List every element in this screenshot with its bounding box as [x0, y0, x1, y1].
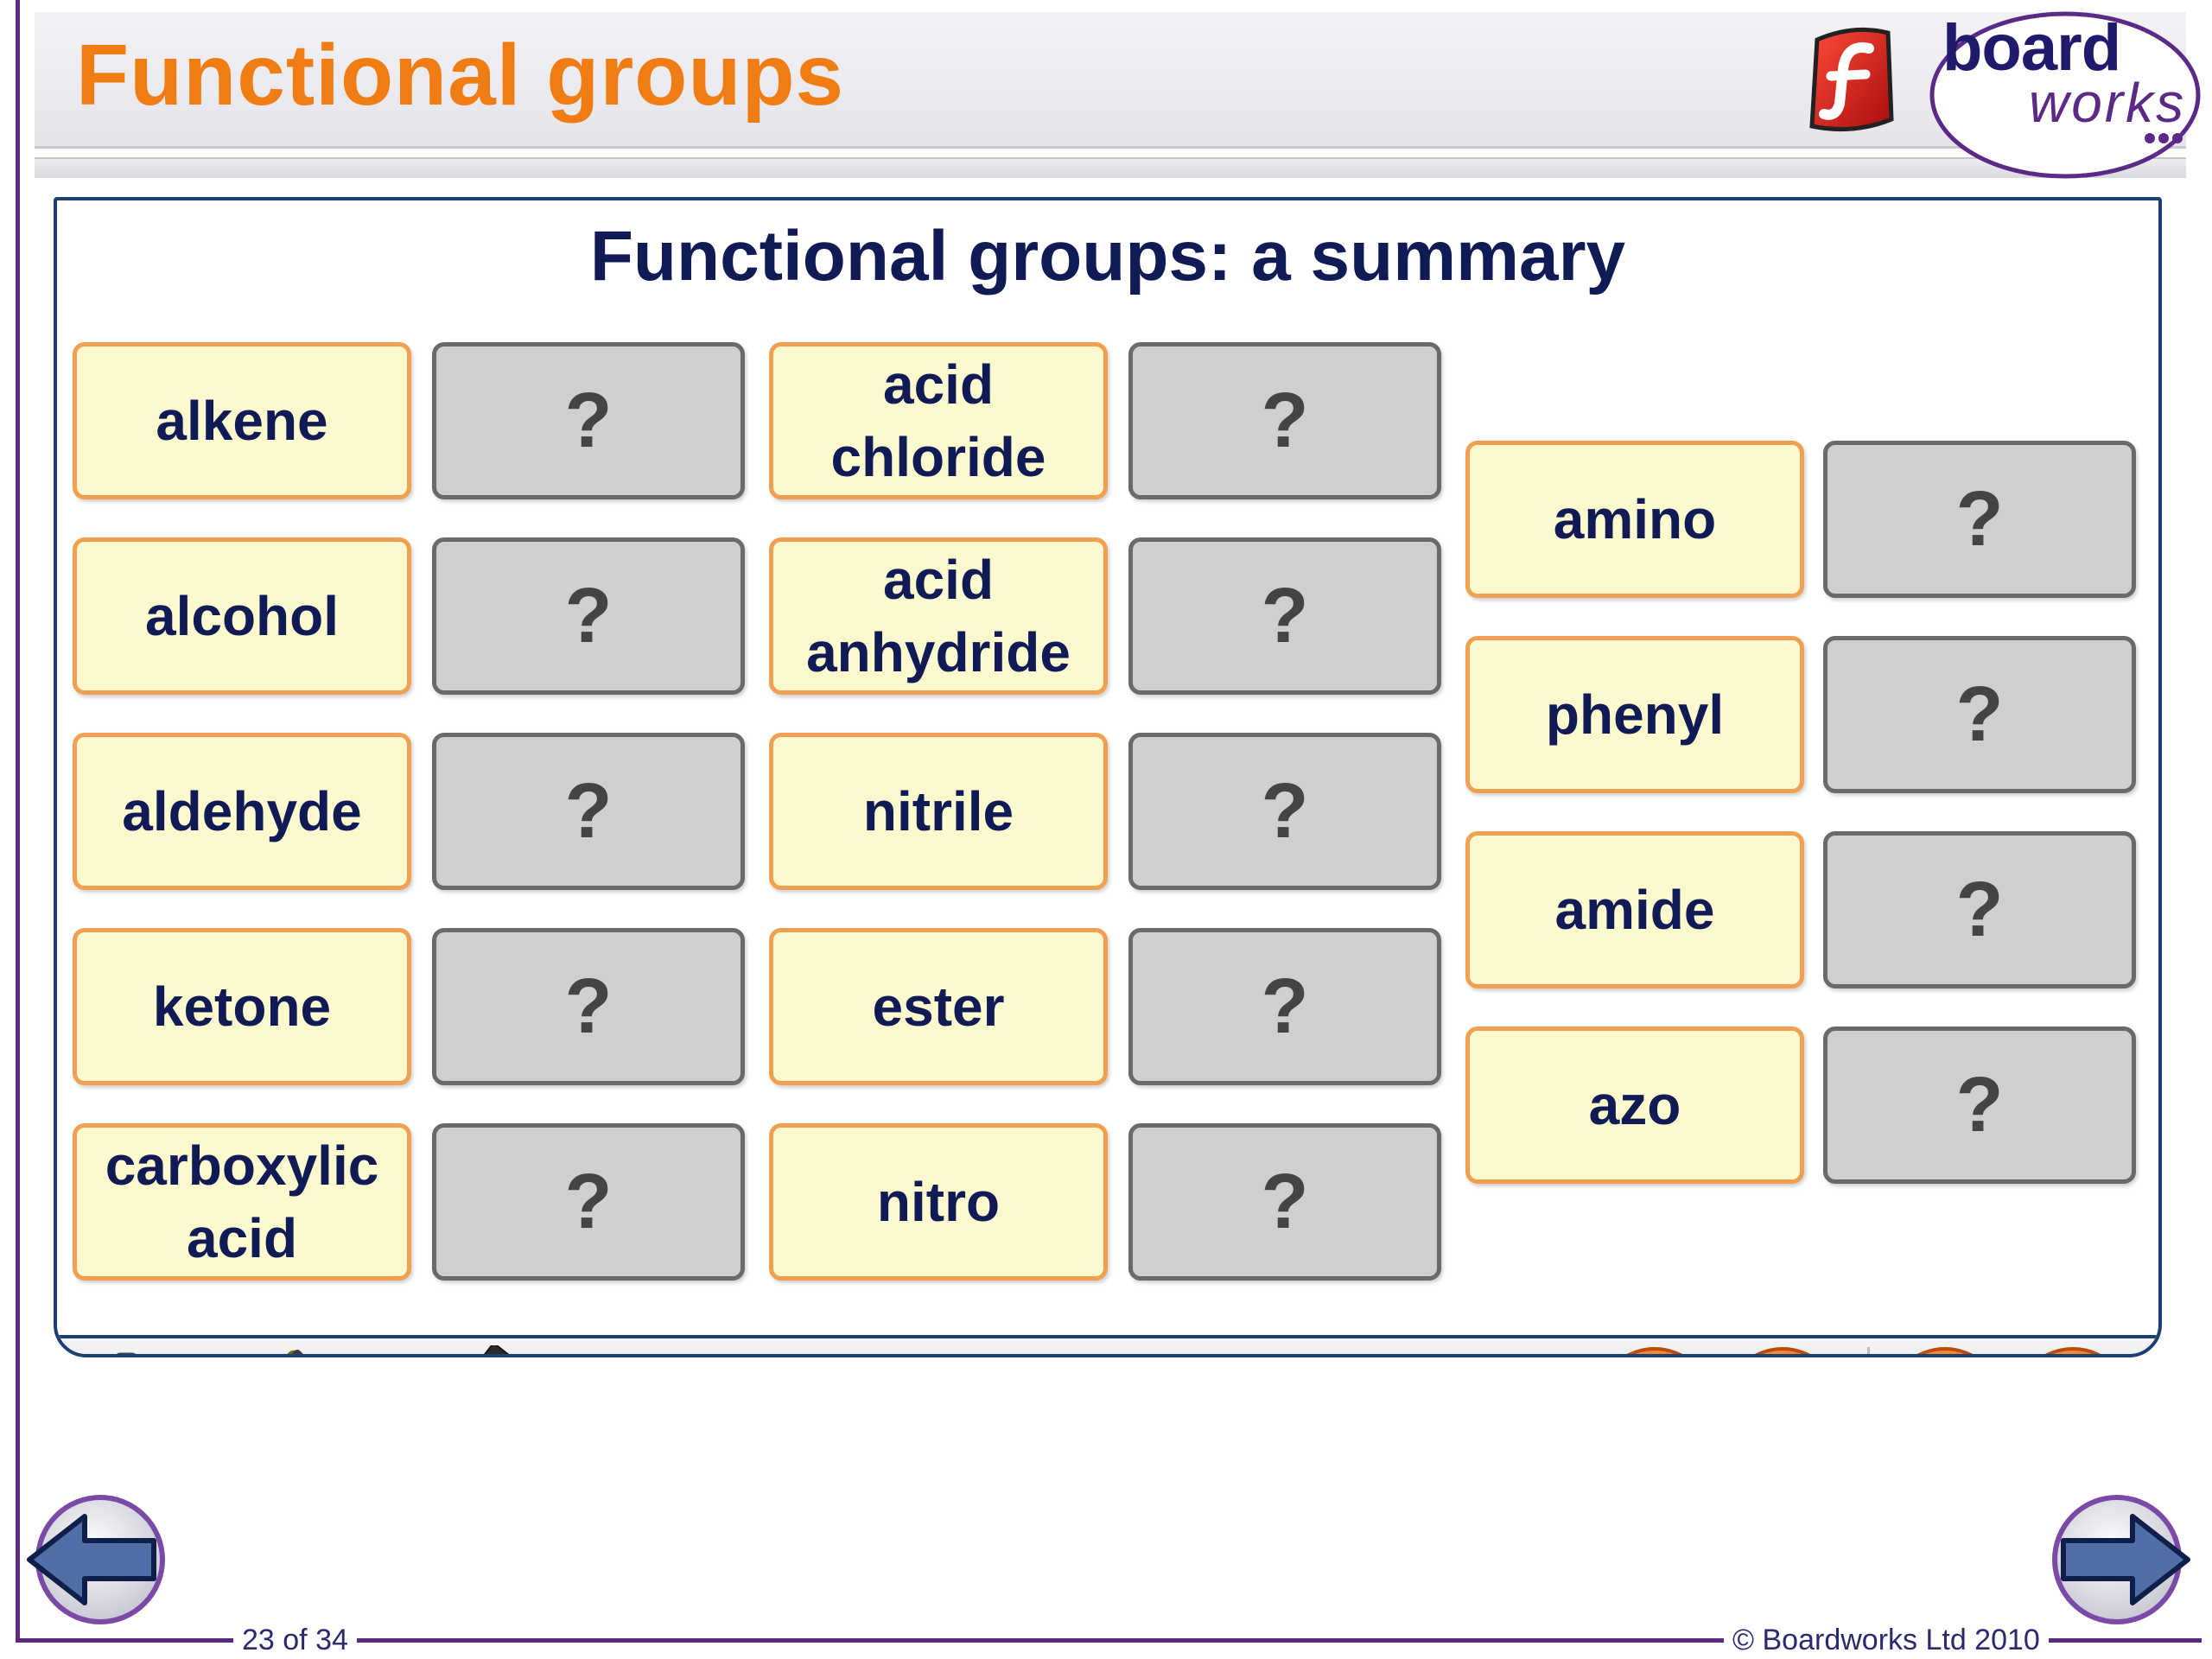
slide-frame-left [16, 0, 20, 1642]
activity-title: Functional groups: a summary [589, 217, 1626, 296]
answer-card-carboxylic-acid[interactable]: ? [432, 1123, 745, 1281]
answer-card-amide[interactable]: ? [1823, 831, 2136, 988]
card-amide[interactable]: amide [1465, 831, 1804, 988]
card-acid-anhydride[interactable]: acid anhydride [769, 537, 1108, 695]
answer-card-alcohol[interactable]: ? [432, 537, 745, 695]
page-counter: 23 of 34 [233, 1624, 357, 1657]
activity-panel: Functional groups: a summary alkene ? al… [54, 197, 2162, 1357]
card-carboxylic-acid[interactable]: carboxylic acid [73, 1123, 411, 1281]
answer-card-ketone[interactable]: ? [432, 928, 745, 1085]
card-alkene[interactable]: alkene [73, 342, 411, 499]
copyright-notice: © Boardworks Ltd 2010 [1724, 1624, 2049, 1657]
card-amino[interactable]: amino [1465, 441, 1804, 598]
trash-icon[interactable] [74, 1347, 178, 1357]
card-nitro[interactable]: nitro [769, 1123, 1108, 1281]
answer-card-nitro[interactable]: ? [1128, 1123, 1441, 1281]
answer-card-azo[interactable]: ? [1823, 1027, 2136, 1184]
next-slide-button[interactable] [2046, 1491, 2193, 1629]
card-nitrile[interactable]: nitrile [769, 733, 1108, 890]
hide-button[interactable]: hide [1723, 1347, 1842, 1354]
card-ester[interactable]: ester [769, 928, 1108, 1085]
card-aldehyde[interactable]: aldehyde [73, 733, 411, 890]
previous-slide-button[interactable] [24, 1491, 171, 1629]
boardworks-logo: board works [1927, 9, 2203, 181]
card-phenyl[interactable]: phenyl [1465, 636, 1804, 793]
slide-title: Functional groups [76, 27, 845, 124]
answer-card-acid-anhydride[interactable]: ? [1128, 537, 1441, 695]
card-ketone[interactable]: ketone [73, 928, 411, 1085]
answer-card-acid-chloride[interactable]: ? [1128, 342, 1441, 499]
highlighter-icon[interactable] [195, 1349, 316, 1357]
card-azo[interactable]: azo [1465, 1027, 1804, 1184]
card-alcohol[interactable]: alcohol [73, 537, 411, 695]
header-strip [35, 157, 2186, 178]
print-button[interactable] [1595, 1347, 1714, 1354]
answer-card-ester[interactable]: ? [1128, 928, 1441, 1085]
toolbar: hide ? [57, 1335, 2158, 1357]
reset-button[interactable] [1885, 1347, 2005, 1354]
answer-card-alkene[interactable]: ? [432, 342, 745, 499]
card-acid-chloride[interactable]: acid chloride [769, 342, 1108, 499]
flash-logo-icon [1809, 27, 1894, 132]
answer-card-amino[interactable]: ? [1823, 441, 2136, 598]
toolbar-separator [1867, 1347, 1870, 1354]
answer-card-aldehyde[interactable]: ? [432, 733, 745, 890]
answer-card-nitrile[interactable]: ? [1128, 733, 1441, 890]
pen-icon[interactable] [316, 1345, 558, 1357]
help-button[interactable]: ? [2013, 1347, 2133, 1354]
answer-card-phenyl[interactable]: ? [1823, 636, 2136, 793]
